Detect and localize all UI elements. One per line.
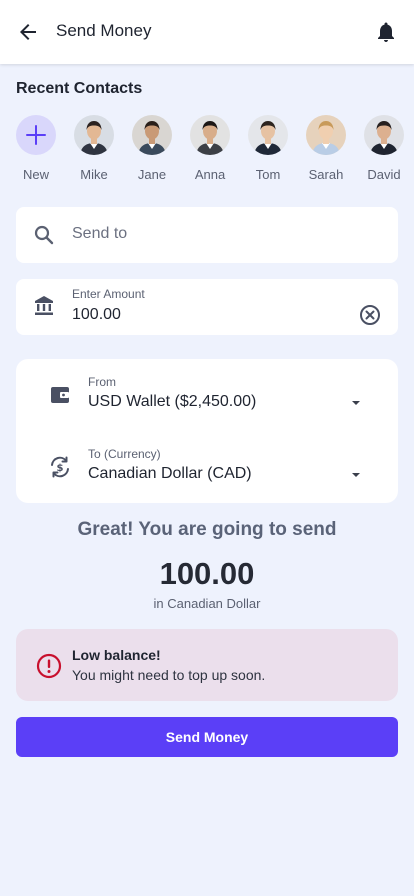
from-wallet-select[interactable]: From USD Wallet ($2,450.00): [16, 373, 398, 429]
from-value: USD Wallet ($2,450.00): [88, 393, 257, 410]
contact-name: Mike: [80, 167, 108, 182]
contact-tom[interactable]: Tom: [238, 115, 298, 182]
send-money-button[interactable]: Send Money: [16, 717, 398, 757]
avatar: [190, 115, 230, 155]
contact-name: Anna: [194, 167, 226, 182]
new-contact-button[interactable]: New: [6, 115, 66, 182]
to-currency-select[interactable]: $ To (Currency) Canadian Dollar (CAD): [16, 445, 398, 501]
back-arrow-icon[interactable]: [16, 20, 40, 44]
to-value: Canadian Dollar (CAD): [88, 465, 252, 482]
contact-name: Tom: [255, 167, 281, 182]
avatar: [74, 115, 114, 155]
low-balance-alert: Low balance! You might need to top up so…: [16, 629, 398, 701]
wallet-icon: [51, 387, 69, 403]
contact-name: David: [367, 167, 401, 182]
avatar: [364, 115, 404, 155]
avatar: [306, 115, 346, 155]
avatar: [132, 115, 172, 155]
send-to-search-input[interactable]: Send to: [16, 207, 398, 263]
recent-contacts-title: Recent Contacts: [16, 80, 143, 97]
plus-icon: [26, 125, 46, 145]
transfer-options-card: From USD Wallet ($2,450.00) $ To (Curren…: [16, 359, 398, 503]
contact-sarah[interactable]: Sarah: [296, 115, 356, 182]
contact-anna[interactable]: Anna: [180, 115, 240, 182]
page-title: Send Money: [56, 21, 152, 40]
add-contact-avatar: [16, 115, 56, 155]
alert-message: You might need to top up soon.: [72, 667, 266, 683]
new-contact-label: New: [22, 167, 49, 182]
search-icon: [34, 225, 54, 245]
from-label: From: [88, 375, 116, 389]
amount-field[interactable]: Enter Amount 100.00: [16, 279, 398, 335]
notifications-bell-icon[interactable]: [374, 20, 398, 44]
contact-david[interactable]: David: [354, 115, 414, 182]
send-summary-amount: 100.00: [159, 556, 255, 591]
amount-value: 100.00: [72, 306, 121, 323]
amount-label: Enter Amount: [72, 287, 145, 301]
error-icon: [36, 653, 62, 679]
recent-contacts-list: New Mike Jane Anna Tom Sarah David: [0, 115, 414, 185]
bank-icon: [35, 296, 53, 315]
contact-name: Sarah: [308, 167, 344, 182]
contact-name: Jane: [137, 167, 167, 182]
chevron-down-icon: [352, 401, 360, 405]
to-label: To (Currency): [88, 447, 161, 461]
send-to-placeholder: Send to: [72, 225, 128, 242]
avatar: [248, 115, 288, 155]
alert-title: Low balance!: [72, 647, 161, 663]
currency-exchange-icon: $: [51, 456, 69, 478]
send-summary-heading: Great! You are going to send: [77, 519, 337, 540]
send-summary-currency: in Canadian Dollar: [153, 596, 261, 611]
svg-text:$: $: [57, 463, 64, 474]
contact-mike[interactable]: Mike: [64, 115, 124, 182]
chevron-down-icon: [352, 473, 360, 477]
contact-jane[interactable]: Jane: [122, 115, 182, 182]
clear-amount-icon[interactable]: [358, 303, 382, 327]
app-bar: Send Money: [0, 0, 414, 64]
